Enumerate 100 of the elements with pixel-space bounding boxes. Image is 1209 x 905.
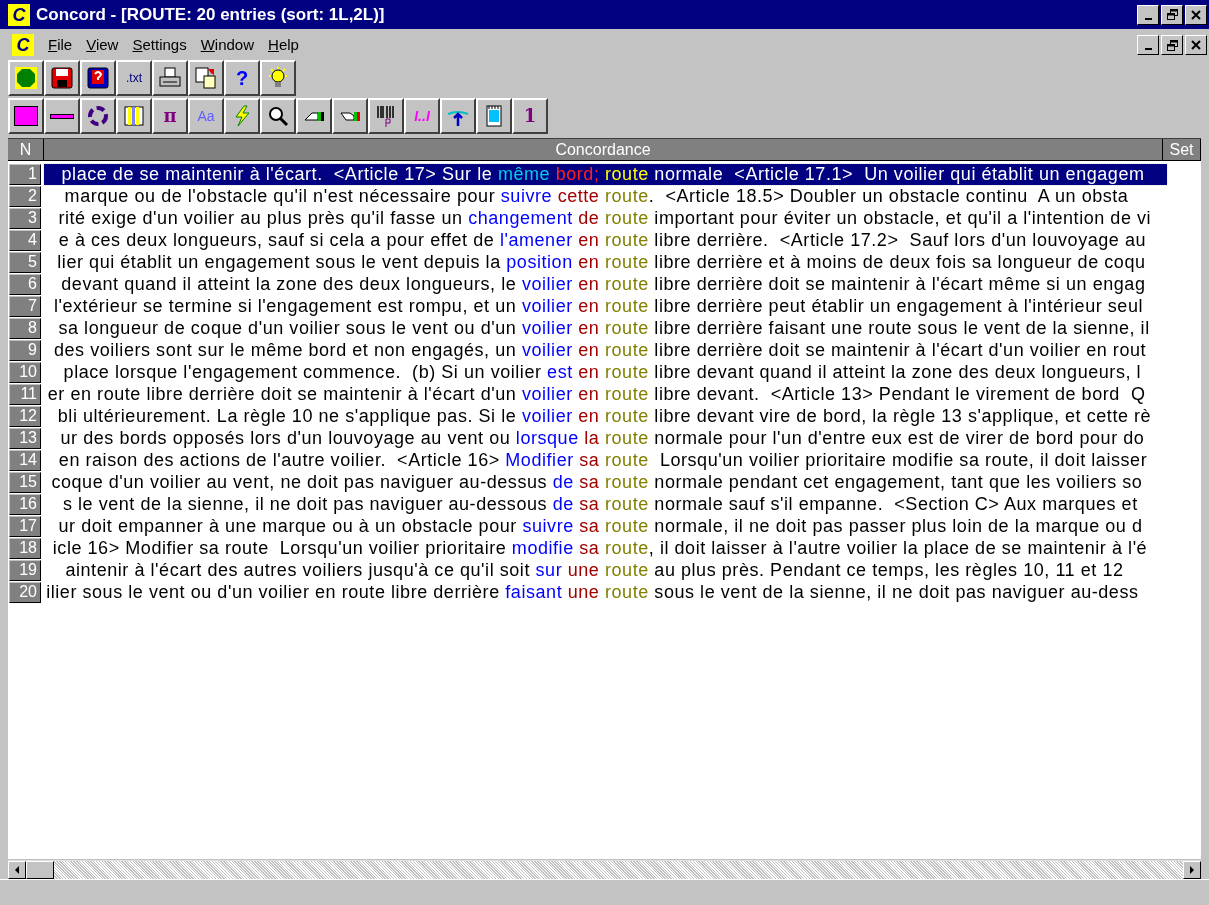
toolbar-button[interactable] xyxy=(188,60,224,96)
collocate-word: modifie xyxy=(511,537,574,559)
menu-item[interactable]: Help xyxy=(268,33,299,57)
menu-item[interactable]: Window xyxy=(200,33,255,57)
filled-square-icon xyxy=(14,106,38,126)
close-button[interactable] xyxy=(1185,35,1207,55)
minimize-button[interactable] xyxy=(1137,4,1159,25)
concordance-line[interactable]: rité exige d'un voilier au plus près qu'il fasse un changement de route important pour éviter un obstacle, et qu'il a l'intention de vi xyxy=(44,207,1167,229)
concordance-line[interactable]: des voiliers sont sur le même bord et non engagés, un voilier en route libre derrière doit se maintenir à l'écart d'un voilier en rout xyxy=(44,339,1167,361)
right-context: au plus près. Pendant ce temps, les règles 10, 11 et 12 xyxy=(653,559,1124,581)
row-number: 9 xyxy=(9,339,41,361)
right-context: libre derrière. <Article 17.2> Sauf lors d'un louvoyage au xyxy=(653,229,1147,251)
minimize-button[interactable] xyxy=(1137,35,1159,55)
concordance-line[interactable]: bli ultérieurement. La règle 10 ne s'applique pas. Si le voilier en route libre devant vire de bord, la règle 13 s'applique, et cette rè xyxy=(44,405,1167,427)
right-context: normale, il ne doit pas passer plus loin de la marque ou d xyxy=(653,515,1143,537)
menu-item[interactable]: File xyxy=(48,33,73,57)
concordance-line[interactable]: ilier sous le vent ou d'un voilier en route libre derrière faisant une route sous le vent de la sienne, il ne doit pas naviguer au-dess xyxy=(44,581,1167,603)
collocate-word: sur xyxy=(535,559,563,581)
columns-icon xyxy=(122,104,146,128)
row-number: 3 xyxy=(9,207,41,229)
concordance-line[interactable]: er en route libre derrière doit se maintenir à l'écart d'un voilier en route libre devant. <Article 13> Pendant le virement de bord Q xyxy=(44,383,1167,405)
collocate-word: en xyxy=(578,251,600,273)
concordance-line[interactable]: lier qui établit un engagement sous le vent depuis la position en route libre derrière et à moins de deux fois sa longueur de coqu xyxy=(44,251,1167,273)
toolbar-button[interactable] xyxy=(260,60,296,96)
right-context: normale <Article 17.1> Un voilier qui établit un engagem xyxy=(653,163,1145,185)
left-context: aintenir à l'écart des autres voiliers jusqu'à ce qu'il soit xyxy=(65,559,530,581)
left-context: e à ces deux longueurs, sauf si cela a pour effet de xyxy=(58,229,495,251)
toolbar-button[interactable] xyxy=(296,98,332,134)
column-header[interactable]: Concordance xyxy=(43,139,1164,160)
concordance-line[interactable]: devant quand il atteint la zone des deux longueurs, le voilier en route libre derrière doit se maintenir à l'écart même si un engag xyxy=(44,273,1167,295)
collocate-word: faisant xyxy=(505,581,563,603)
row-number: 1 xyxy=(9,163,41,185)
keyword: route xyxy=(605,405,649,427)
collocate-word: est xyxy=(547,361,573,383)
keyword: route xyxy=(605,449,649,471)
scroll-right-button[interactable] xyxy=(1183,860,1201,879)
column-header[interactable]: N xyxy=(8,139,44,160)
close-button[interactable] xyxy=(1185,4,1207,25)
toolbar-button[interactable]: 1 xyxy=(512,98,548,134)
toolbar-button[interactable] xyxy=(260,98,296,134)
concordance-line[interactable]: ur doit empanner à une marque ou à un obstacle pour suivre sa route normale, il ne doit pas passer plus loin de la marque ou d xyxy=(44,515,1167,537)
concordance-line[interactable]: e à ces deux longueurs, sauf si cela a pour effet de l'amener en route libre derrière. <Article 17.2> Sauf lors d'un louvoyage au xyxy=(44,229,1167,251)
toolbar-button[interactable] xyxy=(8,98,44,134)
concordance-line[interactable]: l'extérieur se termine si l'engagement est rompu, et un voilier en route libre derrière peut établir un engagement à l'intérieur seul xyxy=(44,295,1167,317)
right-context: libre derrière et à moins de deux fois sa longueur de coqu xyxy=(653,251,1146,273)
collocate-word: sa xyxy=(579,471,600,493)
concordance-line[interactable]: s le vent de la sienne, il ne doit pas naviguer au-dessous de sa route normale sauf s'il empanne. <Section C> Aux marques et xyxy=(44,493,1167,515)
toolbar-button[interactable] xyxy=(80,98,116,134)
toolbar-button[interactable] xyxy=(116,98,152,134)
menu-item[interactable]: Settings xyxy=(132,33,187,57)
toolbar-button[interactable] xyxy=(332,98,368,134)
concordance-line[interactable]: ur des bords opposés lors d'un louvoyage au vent ou lorsque la route normale pour l'un d'entre eux est de virer de bord pour do xyxy=(44,427,1167,449)
column-header[interactable]: Set xyxy=(1163,139,1201,160)
collocate-word: suivre xyxy=(500,185,553,207)
toolbar-button[interactable] xyxy=(8,60,44,96)
right-context: normale sauf s'il empanne. <Section C> Aux marques et xyxy=(653,493,1138,515)
left-context: en raison des actions de l'autre voilier. <Article 16> xyxy=(58,449,500,471)
menu-item[interactable]: View xyxy=(86,33,119,57)
collocate-word: l'amener xyxy=(499,229,573,251)
printer-icon xyxy=(158,66,182,90)
toolbar-button[interactable] xyxy=(80,60,116,96)
right-context: libre derrière doit se maintenir à l'écart même si un engag xyxy=(653,273,1146,295)
concordance-line[interactable]: sa longueur de coque d'un voilier sous le vent ou d'un voilier en route libre derrière faisant une route sous le vent de la sienne, il xyxy=(44,317,1167,339)
restore-button[interactable] xyxy=(1161,35,1183,55)
left-context: ur des bords opposés lors d'un louvoyage au vent ou xyxy=(60,427,511,449)
toolbar-button[interactable] xyxy=(44,98,80,134)
toolbar-button[interactable]: π xyxy=(152,98,188,134)
left-context: ilier sous le vent ou d'un voilier en route libre derrière xyxy=(46,581,500,603)
toolbar-button[interactable] xyxy=(440,98,476,134)
concordance-line[interactable]: marque ou de l'obstacle qu'il n'est nécessaire pour suivre cette route. <Article 18.5> Doubler un obstacle continu A un obsta xyxy=(44,185,1167,207)
scroll-left-button[interactable] xyxy=(8,860,26,879)
scroll-thumb[interactable] xyxy=(26,860,54,879)
collocate-word: position xyxy=(506,251,573,273)
keyword: route xyxy=(605,229,649,251)
toolbar-button[interactable] xyxy=(476,98,512,134)
toolbar-button[interactable] xyxy=(224,98,260,134)
row-number: 11 xyxy=(9,383,41,405)
concordance-line[interactable]: coque d'un voilier au vent, ne doit pas naviguer au-dessus de sa route normale pendant cet engagement, tant que les voiliers so xyxy=(44,471,1167,493)
left-context: marque ou de l'obstacle qu'il n'est nécessaire pour xyxy=(64,185,496,207)
left-context: lier qui établit un engagement sous le vent depuis la xyxy=(57,251,501,273)
right-context: libre devant. <Article 13> Pendant le virement de bord Q xyxy=(653,383,1146,405)
concordance-line[interactable]: aintenir à l'écart des autres voiliers jusqu'à ce qu'il soit sur une route au plus près. Pendant ce temps, les règles 10, 11 et 12 xyxy=(44,559,1167,581)
keyword: route xyxy=(605,427,649,449)
row-number: 17 xyxy=(9,515,41,537)
toolbar-button[interactable] xyxy=(152,60,188,96)
row-number: 12 xyxy=(9,405,41,427)
concordance-line[interactable]: en raison des actions de l'autre voilier. <Article 16> Modifier sa route Lorsqu'un voilier prioritaire modifie sa route, il doit laisser xyxy=(44,449,1167,471)
keyword: route xyxy=(605,273,649,295)
keyword: route xyxy=(605,493,649,515)
toolbar-button[interactable]: .txt xyxy=(116,60,152,96)
help-book-icon xyxy=(86,66,110,90)
row-number: 14 xyxy=(9,449,41,471)
toolbar-button[interactable]: ? xyxy=(224,60,260,96)
toolbar-button[interactable] xyxy=(44,60,80,96)
row-number: 20 xyxy=(9,581,41,603)
concordance-line[interactable]: place lorsque l'engagement commence. (b) Si un voilier est en route libre devant quand il atteint la zone des deux longueurs, l xyxy=(44,361,1167,383)
restore-button[interactable] xyxy=(1161,4,1183,25)
concordance-line[interactable]: icle 16> Modifier sa route Lorsqu'un voilier prioritaire modifie sa route, il doit laisser à l'autre voilier la place de se maintenir à l'é xyxy=(44,537,1167,559)
app-logo: C xyxy=(12,34,34,56)
toolbar-button[interactable] xyxy=(368,98,404,134)
